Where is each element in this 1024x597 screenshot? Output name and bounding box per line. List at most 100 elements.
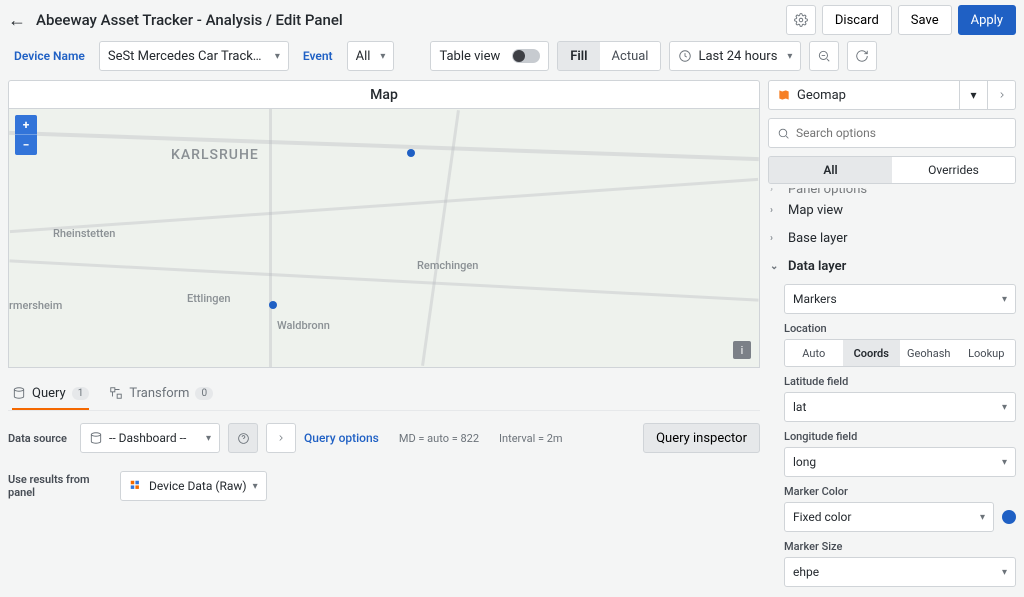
map-marker[interactable] <box>407 149 415 157</box>
visualization-picker[interactable]: Geomap <box>769 88 959 103</box>
options-search-input[interactable] <box>796 126 1007 140</box>
layer-type-value: Markers <box>793 292 837 306</box>
map-panel[interactable]: + − KARLSRUHE Rheinstetten Ettlingen Wal… <box>8 108 760 368</box>
location-auto[interactable]: Auto <box>785 340 843 366</box>
question-icon <box>237 432 250 445</box>
zoom-out-button[interactable]: − <box>15 135 37 155</box>
query-interval: Interval = 2m <box>499 432 563 445</box>
tab-query[interactable]: Query 1 <box>12 378 89 410</box>
toggle-switch[interactable] <box>512 49 540 63</box>
query-options-link[interactable]: Query options <box>304 431 379 445</box>
discard-label: Discard <box>835 13 879 28</box>
location-label: Location <box>784 322 1016 335</box>
section-data-layer[interactable]: ⌄Data layer <box>768 252 1016 280</box>
device-name-value: SeSt Mercedes Car Tracker - 24-AD <box>108 49 265 64</box>
caret-down-icon: ▾ <box>970 88 976 102</box>
lat-field-value: lat <box>793 400 806 414</box>
use-results-select[interactable]: Device Data (Raw) ▾ <box>120 471 267 501</box>
marker-size-value: ehpe <box>793 565 819 579</box>
caret-down-icon: ▾ <box>380 51 385 62</box>
clock-icon <box>678 49 692 63</box>
device-name-label: Device Name <box>8 49 91 63</box>
section-panel-options[interactable]: ›Panel options <box>768 188 1016 196</box>
map-label-remchingen: Remchingen <box>417 259 478 272</box>
caret-down-icon: ▾ <box>206 433 211 444</box>
data-source-value: -- Dashboard -- <box>109 431 186 445</box>
back-arrow-icon[interactable]: ← <box>8 10 26 31</box>
fill-actual-segment: Fill Actual <box>557 41 661 71</box>
map-label-ettlingen: Ettlingen <box>187 292 231 305</box>
chevron-right-icon <box>997 90 1007 100</box>
marker-color-select[interactable]: Fixed color ▾ <box>784 502 994 532</box>
location-lookup[interactable]: Lookup <box>958 340 1016 366</box>
chevron-right-icon: › <box>770 205 780 216</box>
chevron-right-icon: › <box>770 233 780 244</box>
marker-size-select[interactable]: ehpe ▾ <box>784 557 1016 587</box>
search-icon <box>777 127 790 140</box>
apply-button[interactable]: Apply <box>958 5 1016 35</box>
settings-button[interactable] <box>786 5 816 35</box>
caret-down-icon: ▾ <box>1002 457 1007 468</box>
device-name-select[interactable]: SeSt Mercedes Car Tracker - 24-AD ▾ <box>99 41 289 71</box>
refresh-icon <box>855 49 869 63</box>
options-tabs: All Overrides <box>768 156 1016 184</box>
caret-down-icon: ▾ <box>253 481 258 492</box>
actual-option[interactable]: Actual <box>600 42 661 70</box>
visualization-name: Geomap <box>797 88 846 103</box>
map-zoom-controls: + − <box>15 115 37 155</box>
use-results-label: Use results from panel <box>8 473 112 499</box>
lon-field-select[interactable]: long ▾ <box>784 447 1016 477</box>
expand-query-options[interactable] <box>266 423 296 453</box>
lat-field-select[interactable]: lat ▾ <box>784 392 1016 422</box>
lon-field-label: Longitude field <box>784 430 1016 443</box>
location-mode-segment: Auto Coords Geohash Lookup <box>784 339 1016 367</box>
caret-down-icon: ▾ <box>1002 294 1007 305</box>
fill-option[interactable]: Fill <box>558 42 599 70</box>
chevron-down-icon: ⌄ <box>770 261 780 272</box>
map-marker[interactable] <box>269 301 277 309</box>
data-source-help-button[interactable] <box>228 423 258 453</box>
map-info-button[interactable]: i <box>733 341 751 359</box>
time-range-select[interactable]: Last 24 hours ▾ <box>669 41 801 71</box>
apply-label: Apply <box>971 13 1003 28</box>
zoom-in-button[interactable]: + <box>15 115 37 135</box>
query-md: MD = auto = 822 <box>399 432 479 445</box>
database-icon <box>89 431 103 445</box>
save-button[interactable]: Save <box>898 5 952 35</box>
event-label: Event <box>297 49 339 63</box>
tab-overrides[interactable]: Overrides <box>892 157 1015 183</box>
caret-down-icon: ▾ <box>1002 567 1007 578</box>
data-source-label: Data source <box>8 432 72 445</box>
discard-button[interactable]: Discard <box>822 5 892 35</box>
event-value: All <box>356 49 371 64</box>
section-base-layer[interactable]: ›Base layer <box>768 224 1016 252</box>
table-view-toggle[interactable]: Table view <box>430 41 549 71</box>
lon-field-value: long <box>793 455 816 469</box>
table-view-label: Table view <box>439 49 500 64</box>
use-results-value: Device Data (Raw) <box>149 479 247 493</box>
chevron-right-icon: › <box>770 188 780 195</box>
marker-color-swatch[interactable] <box>1002 510 1016 524</box>
lat-field-label: Latitude field <box>784 375 1016 388</box>
location-coords[interactable]: Coords <box>843 340 901 366</box>
tab-all[interactable]: All <box>769 157 892 183</box>
location-geohash[interactable]: Geohash <box>900 340 958 366</box>
geomap-icon <box>777 88 791 102</box>
options-search[interactable] <box>768 118 1016 148</box>
query-inspector-button[interactable]: Query inspector <box>643 423 760 453</box>
layer-type-select[interactable]: Markers ▾ <box>784 284 1016 314</box>
caret-down-icon: ▾ <box>787 51 792 62</box>
zoom-out-button[interactable] <box>809 41 839 71</box>
data-source-select[interactable]: -- Dashboard -- ▾ <box>80 423 220 453</box>
vis-dropdown-button[interactable]: ▾ <box>959 81 987 109</box>
tab-transform[interactable]: Transform 0 <box>109 378 213 410</box>
refresh-button[interactable] <box>847 41 877 71</box>
marker-color-value: Fixed color <box>793 510 851 524</box>
chevron-right-icon <box>276 433 286 443</box>
event-select[interactable]: All ▾ <box>347 41 395 71</box>
caret-down-icon: ▾ <box>275 51 280 62</box>
map-label-rheinstetten: Rheinstetten <box>53 227 115 240</box>
section-map-view[interactable]: ›Map view <box>768 196 1016 224</box>
vis-next-button[interactable] <box>987 81 1015 109</box>
save-label: Save <box>911 13 939 28</box>
